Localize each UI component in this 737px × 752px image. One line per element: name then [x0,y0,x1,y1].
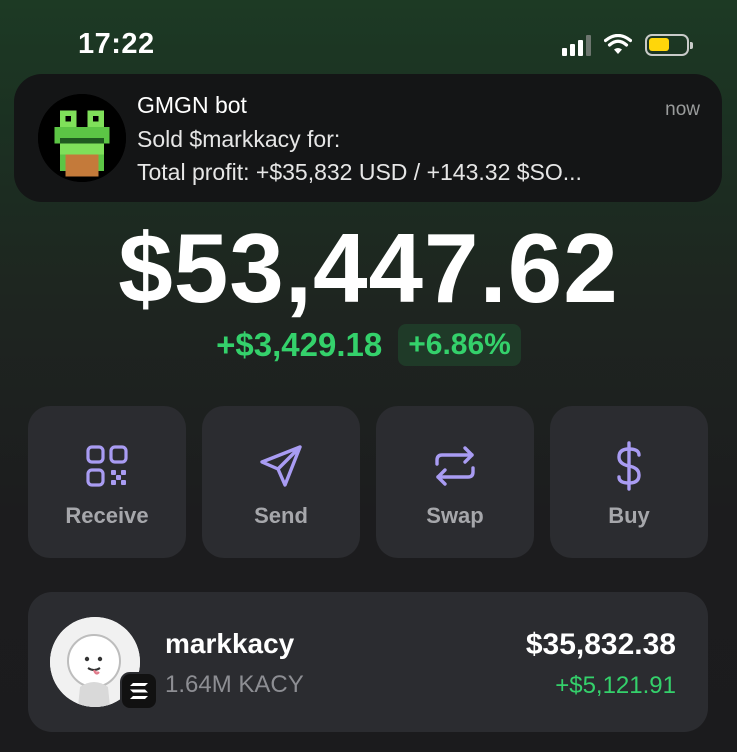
wifi-icon [604,34,632,54]
notification-banner[interactable]: GMGN bot Sold $markkacy for: Total profi… [14,74,722,202]
notification-line-1: Sold $markkacy for: [137,126,341,152]
status-icons [562,34,693,56]
token-name: markkacy [165,628,295,659]
receive-label: Receive [65,503,149,528]
notification-line-2: Total profit: +$35,832 USD / +143.32 $SO… [137,159,582,185]
token-amount: 1.64M KACY [165,671,304,698]
solana-icon [120,672,158,710]
balance-change-percent-badge: +6.86% [398,324,521,366]
battery-icon [645,34,693,56]
action-buttons: Receive Send Swap Buy [28,406,708,558]
receive-button[interactable]: Receive [28,406,186,558]
token-change: +$5,121.91 [555,672,676,699]
swap-button[interactable]: Swap [376,406,534,558]
balance-change-amount: +$3,429.18 [216,326,383,363]
status-bar: 17:22 [0,0,737,70]
notification-title: GMGN bot [137,92,247,118]
token-value: $35,832.38 [525,628,676,661]
dollar-icon [617,441,641,491]
total-balance: $53,447.62 [118,213,619,323]
cellular-signal-icon [562,34,591,56]
swap-icon [435,446,475,486]
send-label: Send [254,503,308,528]
swap-label: Swap [426,503,484,528]
qr-code-icon [86,445,128,487]
send-icon [260,445,302,487]
pixel-frog-icon [38,94,126,182]
notification-time: now [665,99,700,120]
send-button[interactable]: Send [202,406,360,558]
token-row[interactable]: markkacy 1.64M KACY $35,832.38 +$5,121.9… [28,592,708,732]
buy-label: Buy [608,503,650,528]
buy-button[interactable]: Buy [550,406,708,558]
balance-change-row: +$3,429.18 +6.86% [0,324,737,366]
status-time: 17:22 [78,28,155,60]
